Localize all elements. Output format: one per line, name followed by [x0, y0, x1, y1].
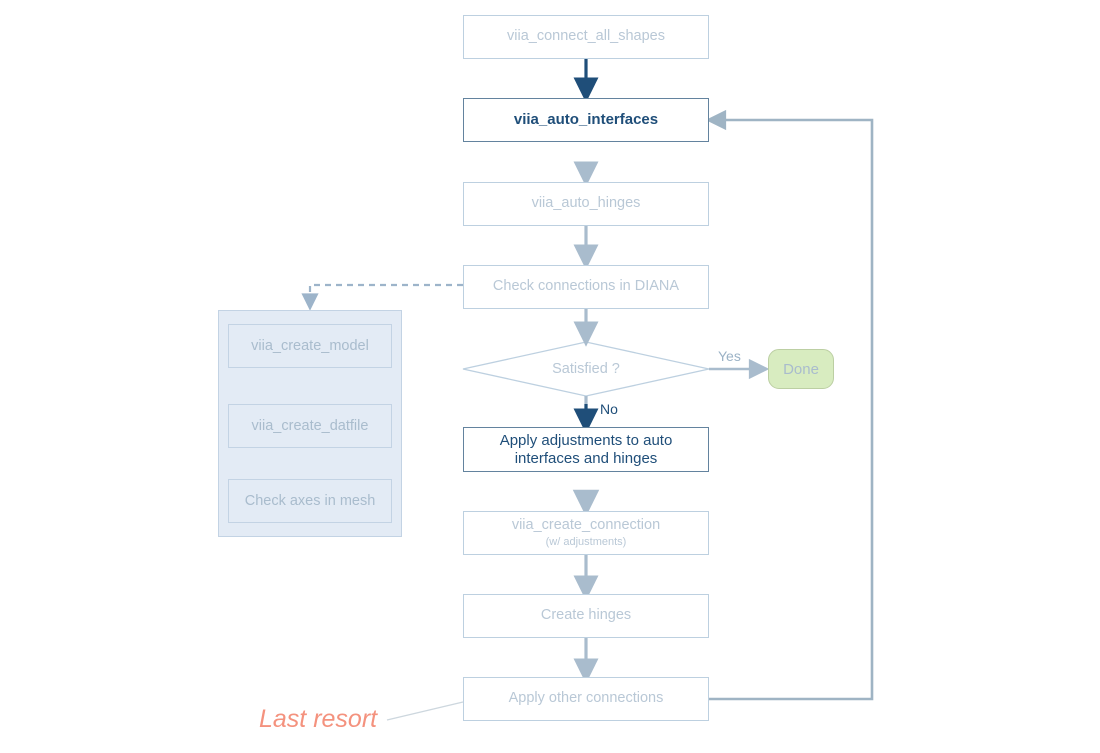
node-done-terminator[interactable]: Done [768, 349, 834, 389]
edge-label-text: No [600, 401, 618, 417]
node-label: Apply other connections [508, 690, 664, 707]
node-check-connections-in-diana[interactable]: Check connections in DIANA [463, 265, 709, 309]
node-label-line-1: Apply adjustments to auto [499, 431, 673, 449]
edge-label-yes: Yes [718, 348, 741, 364]
node-viia-create-model[interactable]: viia_create_model [228, 324, 392, 368]
node-label: viia_auto_hinges [531, 195, 641, 212]
node-viia-create-connection[interactable]: viia_create_connection (w/ adjustments) [463, 511, 709, 555]
node-label: viia_create_connection [511, 516, 661, 533]
node-label: Check connections in DIANA [492, 278, 680, 295]
node-viia-auto-hinges[interactable]: viia_auto_hinges [463, 182, 709, 226]
annotation-last-resort: Last resort [259, 705, 377, 734]
node-sublabel: (w/ adjustments) [545, 536, 627, 549]
edge-label-text: Yes [718, 348, 741, 364]
annotation-text: Last resort [259, 705, 378, 733]
node-label-line-2: interfaces and hinges [514, 449, 658, 467]
node-apply-adjustments[interactable]: Apply adjustments to auto interfaces and… [463, 427, 709, 472]
edge-label-no: No [600, 401, 618, 417]
node-viia-create-datfile[interactable]: viia_create_datfile [228, 404, 392, 448]
node-label: Done [783, 360, 819, 378]
edge-loop-back-to-interfaces [705, 109, 874, 701]
node-label: Create hinges [540, 607, 632, 624]
node-label: viia_auto_interfaces [513, 111, 659, 129]
node-viia-connect-all-shapes[interactable]: viia_connect_all_shapes [463, 15, 709, 59]
node-create-hinges[interactable]: Create hinges [463, 594, 709, 638]
node-label: Check axes in mesh [244, 493, 376, 509]
decision-label-satisfied: Satisfied ? [463, 342, 709, 396]
node-apply-other-connections[interactable]: Apply other connections [463, 677, 709, 721]
node-label: viia_create_model [251, 338, 369, 354]
node-label: viia_create_datfile [251, 418, 369, 434]
edge-dashed-to-last-resort-group [301, 283, 463, 311]
node-label: viia_connect_all_shapes [507, 28, 665, 45]
node-label: Satisfied ? [552, 361, 620, 377]
annotation-leader-line [386, 701, 464, 721]
node-viia-auto-interfaces[interactable]: viia_auto_interfaces [463, 98, 709, 142]
flowchart-canvas: viia_connect_all_shapes viia_auto_interf… [0, 0, 1100, 753]
node-check-axes-in-mesh[interactable]: Check axes in mesh [228, 479, 392, 523]
